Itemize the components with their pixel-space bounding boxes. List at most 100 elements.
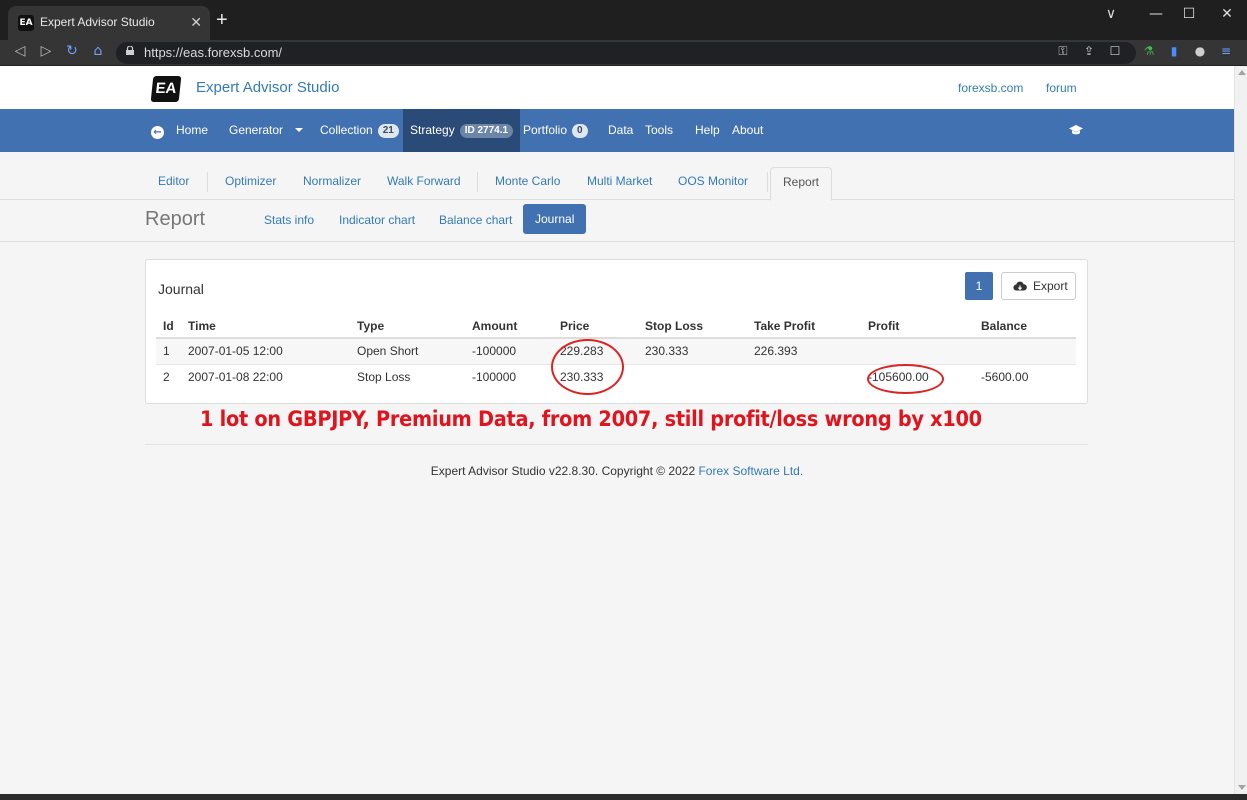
strategy-subtabs: Editor Optimizer Normalizer Walk Forward… [0, 152, 1234, 201]
nav-data[interactable]: Data [608, 109, 633, 152]
browser-tab[interactable]: EA Expert Advisor Studio ✕ [8, 6, 210, 40]
journal-panel: Journal 1 Export Id Time Type Amount Pri… [145, 259, 1088, 404]
site-header: EA Expert Advisor Studio forexsb.com for… [0, 66, 1234, 109]
cell-id: 2 [163, 370, 170, 385]
cell-price: 230.333 [560, 370, 604, 385]
nav-about[interactable]: About [732, 109, 763, 152]
share-icon[interactable]: ⇪ [1080, 44, 1098, 58]
main-nav: ← Home Generator Collection 21 Strategy ID … [0, 109, 1234, 152]
browser-tab-bar: EA Expert Advisor Studio ✕ + ∨ — ☐ ✕ [0, 0, 1247, 40]
scroll-down-icon[interactable] [1238, 785, 1246, 790]
tab-indicator-chart[interactable]: Indicator chart [339, 213, 415, 227]
tab-separator [767, 172, 768, 192]
page-title: Report [145, 208, 206, 230]
cell-amount: -100000 [465, 338, 553, 365]
menu-icon[interactable]: ≡ [1217, 44, 1235, 58]
column-header: Price [553, 314, 638, 339]
bookmark-icon[interactable]: ☐ [1106, 44, 1124, 58]
column-header: Stop Loss [638, 314, 747, 339]
caret-down-icon [295, 128, 304, 132]
new-tab-icon[interactable]: + [216, 10, 228, 30]
tab-optimizer[interactable]: Optimizer [225, 168, 276, 200]
column-header: Take Profit [747, 314, 861, 339]
close-window-icon[interactable]: ✕ [1212, 6, 1242, 22]
table-header-row: Id Time Type Amount Price Stop Loss Take… [156, 314, 1076, 339]
profile-icon[interactable]: ● [1191, 44, 1209, 58]
tab-editor[interactable]: Editor [158, 168, 189, 200]
flask-icon[interactable]: ⚗ [1140, 44, 1158, 58]
nav-strategy[interactable]: Strategy ID 2774.1 [403, 109, 521, 152]
back-icon[interactable]: ◁ [10, 43, 30, 59]
column-header: Balance [974, 314, 1076, 339]
minimize-icon[interactable]: — [1141, 6, 1171, 22]
nav-portfolio-label: Portfolio [523, 123, 568, 137]
browser-tab-title: Expert Advisor Studio [40, 15, 155, 29]
nav-portfolio[interactable]: Portfolio 0 [523, 109, 588, 152]
table-row: 1 2007-01-05 12:00 Open Short -100000 22… [156, 338, 1076, 365]
sidebar-icon[interactable]: ▮ [1165, 44, 1183, 58]
forward-icon[interactable]: ▷ [36, 43, 56, 59]
tab-oos-monitor[interactable]: OOS Monitor [678, 168, 748, 200]
favicon-icon: EA [18, 15, 34, 31]
tab-search-icon[interactable]: ∨ [1096, 6, 1126, 22]
os-taskbar [0, 794, 1247, 800]
footer-text: Expert Advisor Studio v22.8.30. Copyrigh… [430, 464, 696, 478]
tab-separator [207, 172, 208, 192]
logo[interactable]: EA [150, 76, 182, 102]
nav-strategy-label: Strategy [410, 123, 455, 137]
table-row: 2 2007-01-08 22:00 Stop Loss -100000 230… [156, 364, 1076, 390]
tab-report[interactable]: Report [770, 167, 833, 201]
export-button[interactable]: Export [1001, 272, 1076, 300]
home-icon[interactable]: ⌂ [88, 43, 108, 59]
nav-home[interactable]: ← Home [151, 109, 208, 152]
tab-journal[interactable]: Journal [523, 204, 587, 234]
footer-divider [145, 444, 1088, 445]
tab-balance-chart[interactable]: Balance chart [439, 213, 512, 227]
page-1-button[interactable]: 1 [965, 272, 993, 300]
vertical-scrollbar[interactable] [1234, 66, 1247, 794]
portfolio-count-badge: 0 [572, 124, 588, 138]
tab-normalizer[interactable]: Normalizer [303, 168, 361, 200]
nav-collection[interactable]: Collection 21 [320, 109, 399, 152]
cell-take-profit [747, 364, 861, 390]
cell-type: Open Short [350, 338, 465, 365]
annotation-text: 1 lot on GBPJPY, Premium Data, from 2007… [200, 407, 982, 431]
forex-software-link[interactable]: Forex Software Ltd. [698, 464, 803, 478]
reload-icon[interactable]: ↻ [62, 43, 82, 59]
nav-help[interactable]: Help [695, 109, 720, 152]
strategy-id-badge: ID 2774.1 [459, 124, 514, 138]
cell-balance [974, 338, 1076, 365]
nav-tools[interactable]: Tools [645, 109, 673, 152]
cell-type: Stop Loss [357, 370, 411, 385]
column-header: Profit [861, 314, 974, 339]
cell-stop-loss [638, 364, 747, 390]
export-label: Export [1033, 279, 1068, 293]
browser-address-bar: ◁ ▷ ↻ ⌂ https://eas.forexsb.com/ ⚿ ⇪ ☐ ⚗… [0, 40, 1247, 66]
cell-price: 229.283 [553, 338, 638, 365]
journal-title: Journal [158, 281, 204, 297]
url-text: https://eas.forexsb.com/ [144, 45, 283, 60]
nav-collection-label: Collection [320, 123, 373, 137]
footer: Expert Advisor Studio v22.8.30. Copyrigh… [0, 464, 1234, 478]
maximize-icon[interactable]: ☐ [1174, 6, 1204, 22]
cell-profit [861, 338, 974, 365]
report-toolbar: Report Stats info Indicator chart Balanc… [0, 200, 1234, 242]
scroll-up-icon[interactable] [1238, 70, 1246, 75]
tab-separator [477, 172, 478, 192]
tab-monte-carlo[interactable]: Monte Carlo [495, 168, 560, 200]
nav-generator[interactable]: Generator [229, 109, 304, 152]
app-title[interactable]: Expert Advisor Studio [196, 79, 339, 96]
close-tab-icon[interactable]: ✕ [190, 13, 202, 31]
cell-stop-loss: 230.333 [638, 338, 747, 365]
cell-balance: -5600.00 [981, 370, 1029, 385]
url-field[interactable]: https://eas.forexsb.com/ [116, 42, 1136, 64]
tab-multi-market[interactable]: Multi Market [587, 168, 652, 200]
forum-link[interactable]: forum [1046, 81, 1077, 95]
key-icon[interactable]: ⚿ [1054, 44, 1072, 59]
tab-walk-forward[interactable]: Walk Forward [387, 168, 461, 200]
graduation-cap-icon[interactable] [1069, 125, 1083, 136]
forexsb-link[interactable]: forexsb.com [958, 81, 1023, 95]
lock-icon [126, 46, 134, 55]
cell-take-profit: 226.393 [747, 338, 861, 365]
tab-stats-info[interactable]: Stats info [264, 213, 314, 227]
